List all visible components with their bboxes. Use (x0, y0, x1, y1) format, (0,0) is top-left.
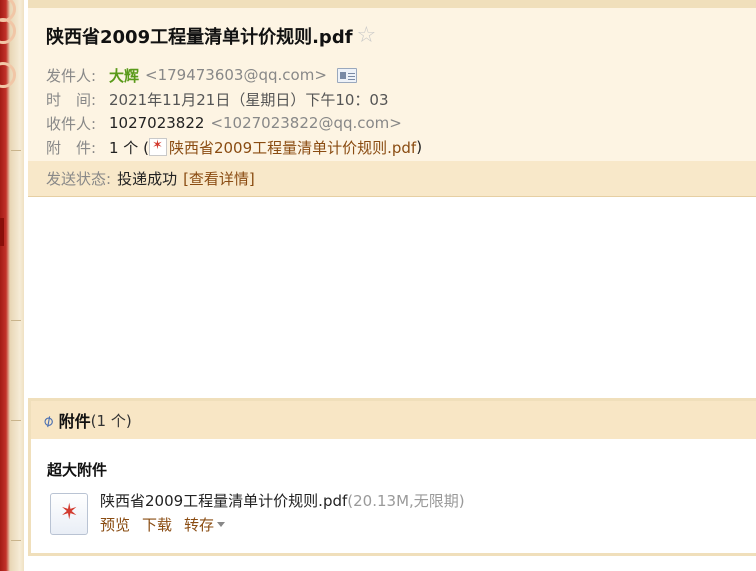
pdf-file-icon[interactable] (50, 493, 88, 535)
file-name[interactable]: 陕西省2009工程量清单计价规则.pdf (100, 492, 347, 510)
attachment-close-paren: ) (416, 138, 423, 156)
chevron-down-icon[interactable] (217, 522, 226, 527)
frame-ornament (0, 18, 16, 44)
time-row: 时 间: 2021年11月21日（星期日）下午10：03 (46, 88, 389, 110)
recipient-name[interactable]: 1027023822 (109, 114, 204, 132)
recipient-label: 收件人: (46, 114, 97, 133)
view-details-link[interactable]: [查看详情] (183, 168, 255, 189)
recipient-row: 收件人: 1027023822 <1027023822@qq.com> (46, 112, 402, 134)
frame-ornament (0, 62, 16, 88)
save-to-button[interactable]: 转存 (184, 514, 214, 535)
attachment-row: 附 件: 1 个 ( 陕西省2009工程量清单计价规则.pdf ) (46, 136, 422, 158)
sender-email[interactable]: <179473603@qq.com> (145, 66, 327, 84)
status-label: 发送状态: (46, 170, 112, 188)
frame-marker (0, 218, 4, 246)
attachment-count: 1 个 ( (109, 138, 149, 157)
frame-tick (11, 150, 21, 151)
mail-subject: 陕西省2009工程量清单计价规则.pdf (46, 27, 353, 48)
subject-row: 陕西省2009工程量清单计价规则.pdf ☆ (46, 22, 376, 50)
sender-row: 发件人: 大辉 <179473603@qq.com> (46, 64, 357, 86)
star-outline-icon[interactable]: ☆ (357, 25, 377, 47)
status-value: 投递成功 (117, 170, 178, 188)
frame-tick (11, 420, 21, 421)
file-info: 陕西省2009工程量清单计价规则.pdf(20.13M,无限期) (100, 490, 465, 511)
time-value: 2021年11月21日（星期日）下午10：03 (109, 90, 389, 109)
sender-label: 发件人: (46, 66, 97, 85)
attachment-link[interactable]: 陕西省2009工程量清单计价规则.pdf (169, 137, 416, 158)
left-decorative-frame (0, 0, 24, 571)
frame-tick (11, 540, 21, 541)
frame-tick (11, 320, 21, 321)
contact-card-icon[interactable] (336, 67, 357, 83)
recipient-email[interactable]: <1027023822@qq.com> (210, 114, 401, 132)
attachment-label: 附 件: (46, 138, 97, 157)
file-meta: (20.13M,无限期) (347, 492, 465, 510)
file-actions: 预览 下载 转存 (100, 514, 226, 535)
delivery-status-bar: 发送状态: 投递成功 [查看详情] (28, 161, 756, 196)
attachments-panel: ⌀ 附件 (1 个) 超大附件 陕西省2009工程量清单计价规则.pdf(20.… (28, 398, 756, 556)
preview-button[interactable]: 预览 (100, 514, 130, 535)
paperclip-icon: ⌀ (38, 409, 58, 431)
download-button[interactable]: 下载 (142, 514, 172, 535)
attachments-title: 附件 (58, 412, 91, 431)
mail-header: 陕西省2009工程量清单计价规则.pdf ☆ 发件人: 大辉 <17947360… (28, 0, 756, 197)
pdf-icon (148, 138, 167, 156)
time-label: 时 间: (46, 90, 97, 109)
sender-name[interactable]: 大辉 (109, 65, 139, 86)
attachments-count: (1 个) (90, 411, 132, 430)
large-attachment-label: 超大附件 (47, 461, 108, 479)
attachments-header: ⌀ 附件 (1 个) (31, 401, 756, 439)
